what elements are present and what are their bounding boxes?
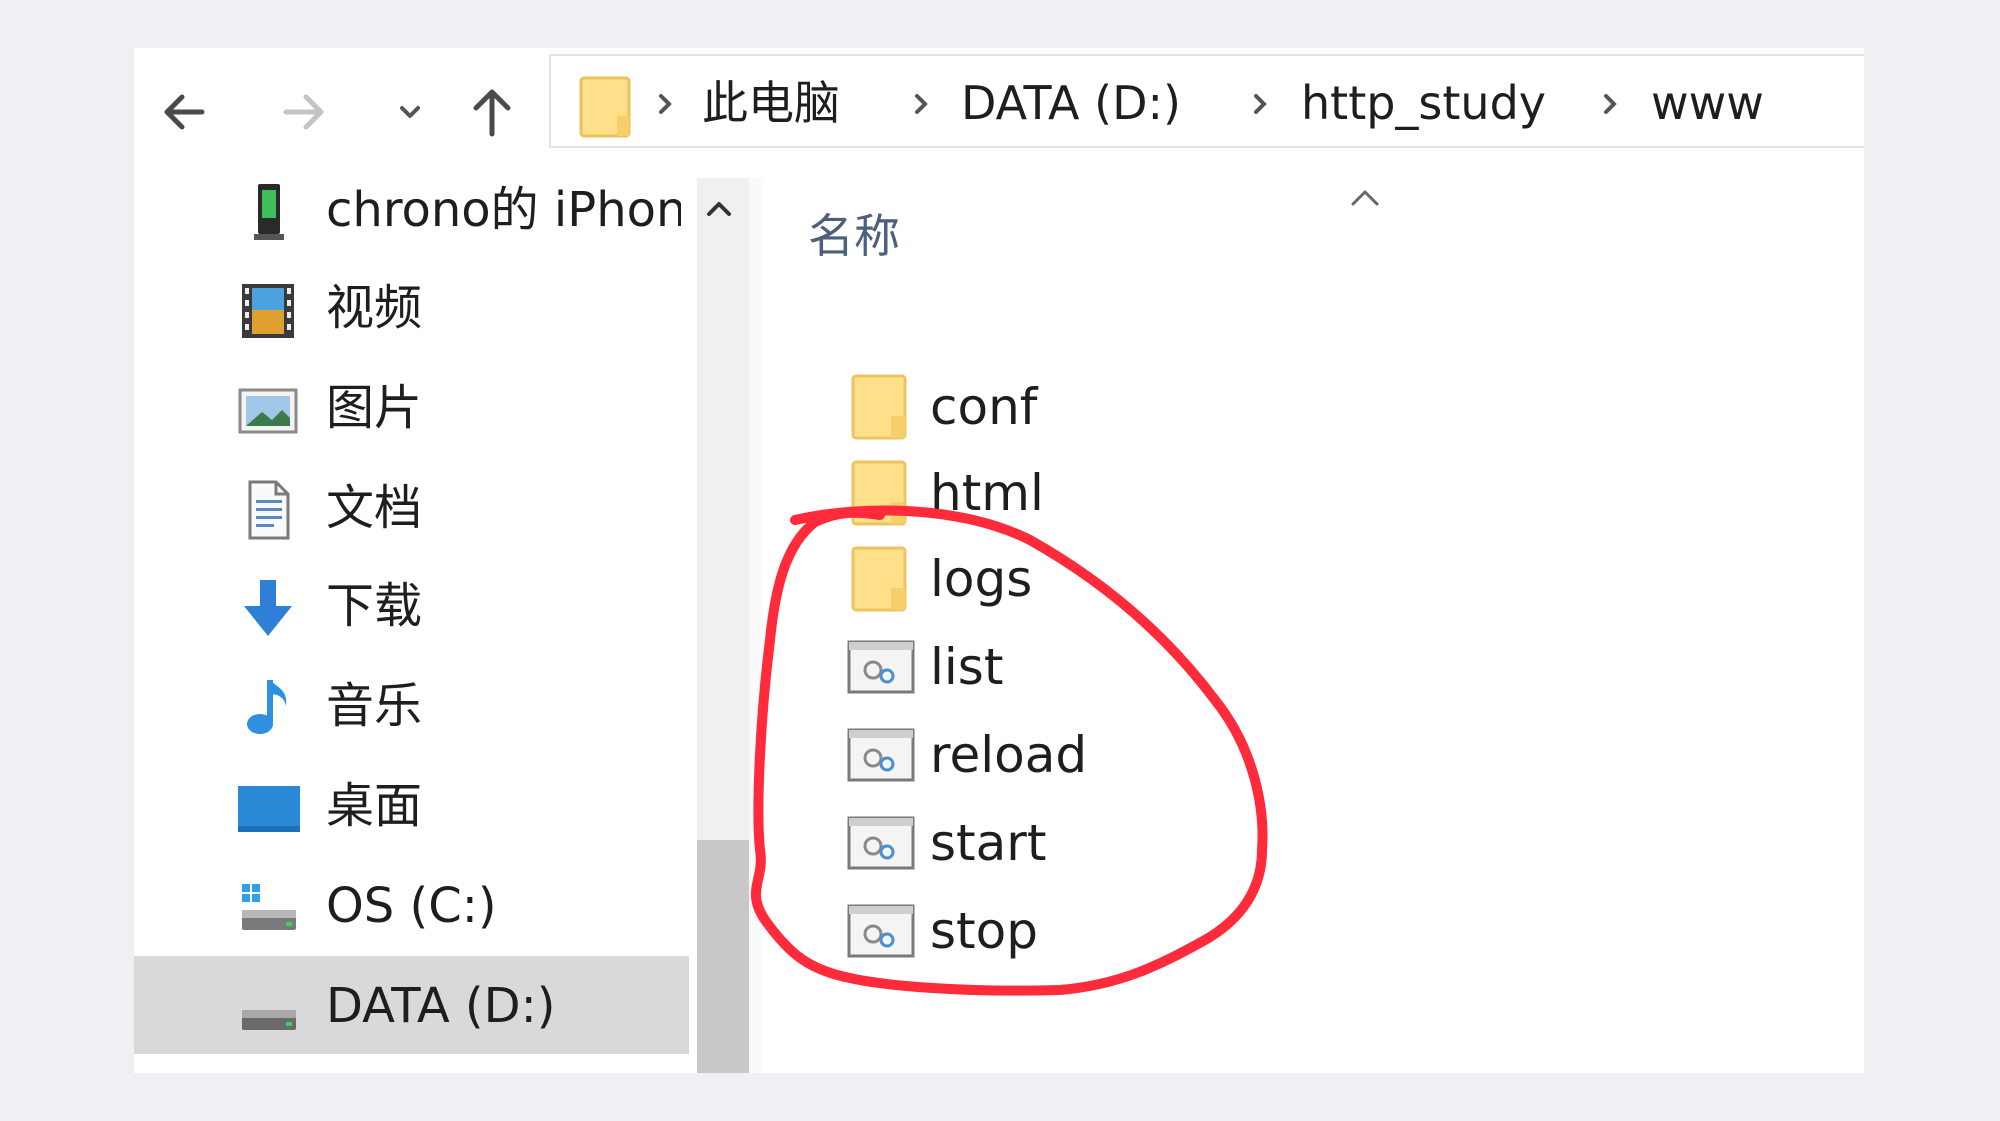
chevron-up-icon[interactable] — [701, 194, 737, 224]
sidebar-item-videos[interactable]: 视频 — [134, 258, 689, 356]
folder-icon — [851, 374, 907, 440]
batch-file-icon — [847, 816, 915, 870]
file-name: start — [930, 814, 1047, 872]
navigation-pane: chrono的 iPhone 视频 图片 文档 下载 音乐 桌面 OS (C:)… — [134, 158, 689, 1073]
chevron-down-icon — [400, 106, 420, 118]
arrow-left-icon — [164, 94, 205, 130]
sidebar-item-data-d[interactable]: DATA (D:) — [134, 956, 689, 1054]
windows-drive-icon — [242, 884, 296, 930]
file-row-start[interactable]: start — [763, 800, 1563, 884]
sidebar-item-label: 桌面 — [326, 778, 423, 834]
breadcrumb-this-pc[interactable]: 此电脑 — [702, 76, 840, 130]
file-name: reload — [930, 726, 1088, 784]
pane-divider[interactable] — [749, 178, 763, 1073]
recent-locations-button[interactable] — [380, 82, 440, 142]
sidebar-item-desktop[interactable]: 桌面 — [134, 756, 689, 854]
file-explorer-window: 此电脑 DATA (D:) http_study www chrono的 iPh… — [134, 48, 1864, 1073]
chevron-right-icon — [915, 94, 928, 114]
sidebar-item-downloads[interactable]: 下载 — [134, 556, 689, 654]
file-name: stop — [930, 902, 1038, 960]
up-button[interactable] — [462, 82, 522, 142]
file-row-conf[interactable]: conf — [763, 364, 1563, 448]
breadcrumb-http-study[interactable]: http_study — [1301, 76, 1546, 130]
file-row-html[interactable]: html — [763, 450, 1563, 534]
address-bar[interactable]: 此电脑 DATA (D:) http_study www — [549, 54, 1864, 148]
file-row-stop[interactable]: stop — [763, 888, 1563, 972]
sidebar-item-pictures[interactable]: 图片 — [134, 358, 689, 456]
back-button[interactable] — [154, 82, 214, 142]
chevron-right-icon — [1254, 94, 1267, 114]
sidebar-item-label: 音乐 — [326, 678, 423, 734]
chevron-right-icon — [659, 94, 672, 114]
batch-file-icon — [847, 904, 915, 958]
batch-file-icon — [847, 728, 915, 782]
scrollbar-track-edge — [689, 178, 697, 1073]
sidebar-item-label: DATA (D:) — [326, 978, 556, 1034]
file-row-list[interactable]: list — [763, 624, 1563, 708]
phone-icon — [254, 184, 284, 240]
sidebar-item-label: chrono的 iPhone — [326, 182, 681, 238]
scrollbar-thumb[interactable] — [697, 840, 749, 1073]
sidebar-item-iphone[interactable]: chrono的 iPhone — [134, 160, 689, 258]
arrow-up-icon — [473, 89, 511, 137]
desktop-icon — [238, 786, 300, 832]
documents-icon — [248, 480, 290, 540]
navigation-toolbar: 此电脑 DATA (D:) http_study www — [134, 48, 1864, 158]
folder-icon — [851, 546, 907, 612]
sidebar-scrollbar[interactable] — [689, 178, 749, 1073]
sidebar-item-documents[interactable]: 文档 — [134, 458, 689, 556]
file-list-pane: 名称 conf html logs list reload start stop — [763, 158, 1864, 1073]
arrow-right-icon — [283, 94, 324, 130]
sidebar-item-label: 视频 — [326, 280, 423, 336]
breadcrumb-www[interactable]: www — [1651, 76, 1764, 130]
folder-icon — [579, 76, 631, 138]
folder-icon — [851, 460, 907, 526]
download-icon — [244, 580, 292, 636]
sidebar-item-label: 图片 — [326, 380, 423, 436]
sidebar-item-label: OS (C:) — [326, 878, 497, 934]
forward-button[interactable] — [274, 82, 334, 142]
file-name: conf — [930, 378, 1038, 436]
sidebar-item-music[interactable]: 音乐 — [134, 656, 689, 754]
file-row-reload[interactable]: reload — [763, 712, 1563, 796]
file-row-logs[interactable]: logs — [763, 536, 1563, 620]
pictures-icon — [238, 388, 298, 434]
sidebar-item-label: 文档 — [326, 480, 423, 536]
chevron-right-icon — [1604, 94, 1617, 114]
drive-icon — [242, 1010, 296, 1030]
video-icon — [242, 284, 294, 338]
file-name: list — [930, 638, 1004, 696]
file-name: logs — [930, 550, 1033, 608]
file-name: html — [930, 464, 1044, 522]
music-icon — [247, 680, 287, 734]
sort-ascending-icon — [1351, 190, 1379, 206]
column-header-name[interactable]: 名称 — [808, 206, 900, 266]
breadcrumb-data-drive[interactable]: DATA (D:) — [961, 76, 1181, 130]
batch-file-icon — [847, 640, 915, 694]
sidebar-item-os-c[interactable]: OS (C:) — [134, 856, 689, 954]
sidebar-item-label: 下载 — [326, 578, 423, 634]
